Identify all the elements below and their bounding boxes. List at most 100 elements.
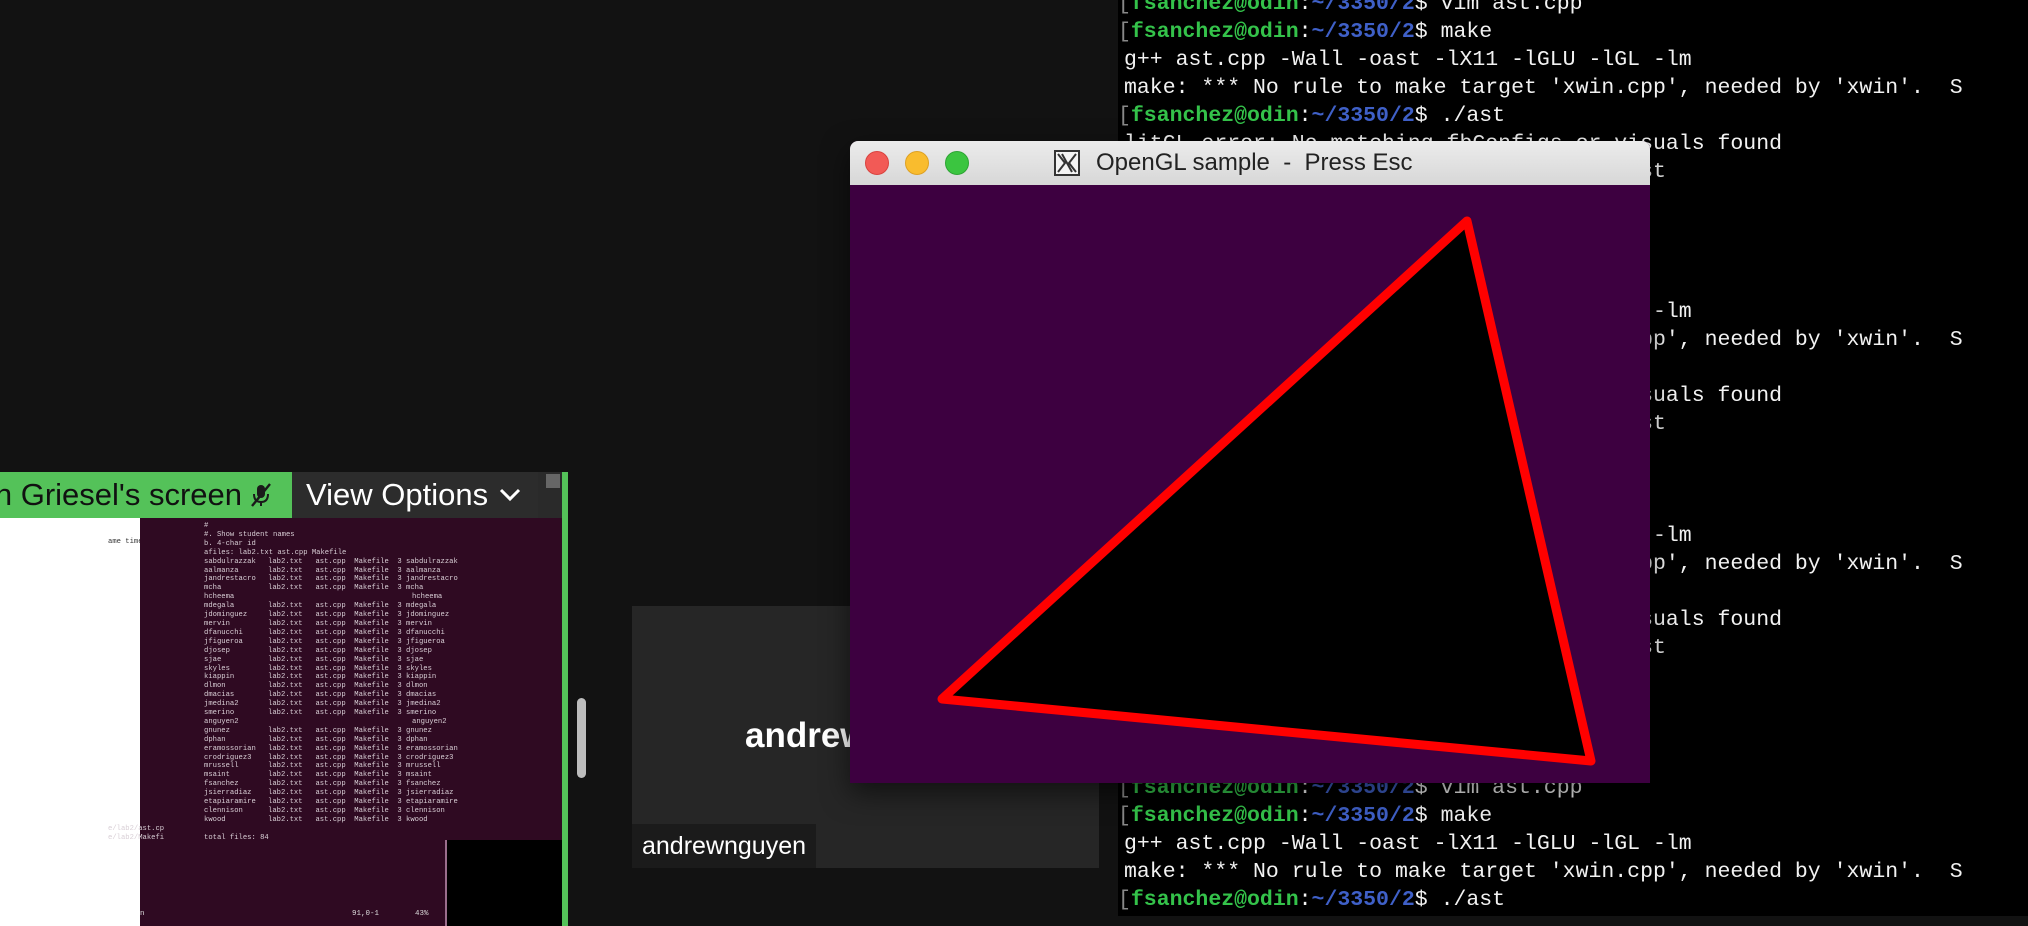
shared-term-student-row: anguyen2 anguyen2 xyxy=(140,718,562,727)
student-id: dphan xyxy=(204,735,226,744)
prompt-user: fsanchez@odin xyxy=(1130,20,1299,44)
shared-term-student-row: etapiaramire lab2.txt ast.cpp Makefile 3 … xyxy=(140,798,562,807)
shared-term-student-row: fsanchez lab2.txt ast.cpp Makefile 3 fsan… xyxy=(140,780,562,789)
prompt-user: fsanchez@odin xyxy=(1130,804,1299,828)
video-tile-name-label: andrewnguyen xyxy=(632,824,817,868)
student-files: lab2.txt ast.cpp Makefile 3 xyxy=(268,789,407,798)
student-files: lab2.txt ast.cpp Makefile 3 xyxy=(268,646,407,655)
shared-term-student-row: gnunez lab2.txt ast.cpp Makefile 3 gnunez xyxy=(140,727,562,736)
student-files: lab2.txt ast.cpp Makefile 3 xyxy=(268,735,407,744)
status-left: n xyxy=(140,910,145,918)
student-files: lab2.txt ast.cpp Makefile 3 xyxy=(268,807,407,815)
student-id: jandrestacro xyxy=(204,575,256,584)
student-id: jsierradiaz xyxy=(204,789,252,798)
student-id: mdegala xyxy=(204,602,235,611)
shared-term-student-row: clennison lab2.txt ast.cpp Makefile 3 cle… xyxy=(140,807,562,816)
student-id: fsanchez xyxy=(204,780,239,789)
window-close-button[interactable] xyxy=(865,151,889,175)
shared-term-student-row: sabdulrazzak lab2.txt ast.cpp Makefile 3 … xyxy=(140,558,562,567)
student-files: lab2.txt ast.cpp Makefile 3 xyxy=(268,762,407,771)
shared-screen-status-line: n 91,0-1 43% xyxy=(140,910,445,918)
student-id-repeat: anguyen2 xyxy=(412,717,447,726)
student-id-repeat: jmedina2 xyxy=(406,700,441,709)
shared-term-header-line: b. 4-char id xyxy=(204,539,256,548)
student-files: lab2.txt ast.cpp Makefile 3 xyxy=(268,691,407,700)
student-id-repeat: sabdulrazzak xyxy=(406,557,458,566)
prompt-symbol: $ xyxy=(1414,0,1441,16)
panel-corner-mark xyxy=(546,474,560,488)
screen-share-banner: n Griesel's screen xyxy=(0,472,292,518)
window-maximize-button[interactable] xyxy=(945,151,969,175)
terminal-prompt-line: [fsanchez@odin:~/3350/2$ vim ast.cpp xyxy=(1118,0,2028,18)
student-files: lab2.txt ast.cpp Makefile 3 xyxy=(268,726,407,735)
student-files: lab2.txt ast.cpp Makefile 3 xyxy=(268,584,407,593)
path-fragment: e/lab2/ast.cp xyxy=(108,824,165,833)
shared-term-header-line: #. Show student names xyxy=(204,530,295,539)
terminal-output-line: g++ ast.cpp -Wall -oast -lX11 -lGLU -lGL… xyxy=(1124,48,1692,72)
view-options-label: View Options xyxy=(306,477,489,512)
shared-term-student-row: eramossorian lab2.txt ast.cpp Makefile 3 … xyxy=(140,745,562,754)
student-files: lab2.txt ast.cpp Makefile 3 xyxy=(268,673,407,682)
prompt-symbol: $ xyxy=(1414,20,1441,44)
student-id-repeat: aalmanza xyxy=(406,566,441,575)
student-id: crodriguez3 xyxy=(204,753,252,762)
shared-term-student-row: aalmanza lab2.txt ast.cpp Makefile 3 aalm… xyxy=(140,567,562,576)
prompt-symbol: $ xyxy=(1414,104,1441,128)
student-id-repeat: mrussell xyxy=(406,762,441,771)
student-id-repeat: smerino xyxy=(406,709,437,718)
student-id: jdominguez xyxy=(204,611,248,620)
shared-term-student-row: jfigueroa lab2.txt ast.cpp Makefile 3 jfi… xyxy=(140,638,562,647)
window-titlebar[interactable]: OpenGL sample - Press Esc xyxy=(850,141,1650,186)
window-title: OpenGL sample - Press Esc xyxy=(1096,149,1413,176)
share-banner-label: n Griesel's screen xyxy=(0,477,242,512)
student-id: jmedina2 xyxy=(204,700,239,709)
shared-term-student-row: sjae lab2.txt ast.cpp Makefile 3 sjae xyxy=(140,656,562,665)
shared-term-student-row: dfanucchi lab2.txt ast.cpp Makefile 3 dfa… xyxy=(140,629,562,638)
opengl-canvas[interactable] xyxy=(850,185,1650,783)
student-files: lab2.txt ast.cpp Makefile 3 xyxy=(268,619,407,628)
prompt-command: ./ast xyxy=(1440,888,1506,912)
x11-icon xyxy=(1054,150,1080,176)
prompt-bracket: [ xyxy=(1118,888,1131,912)
student-id-repeat: kwood xyxy=(406,815,428,824)
student-id: mrussell xyxy=(204,762,239,771)
prompt-path: ~/3350/2 xyxy=(1311,804,1415,828)
shared-term-student-row: mervin lab2.txt ast.cpp Makefile 3 mervin xyxy=(140,620,562,629)
prompt-path: ~/3350/2 xyxy=(1311,0,1415,16)
student-files: lab2.txt ast.cpp Makefile 3 xyxy=(268,744,407,753)
student-files: lab2.txt ast.cpp Makefile 3 xyxy=(268,602,407,611)
student-id: etapiaramire xyxy=(204,798,256,807)
student-id: dlmon xyxy=(204,682,226,691)
shared-term-header-line: # xyxy=(204,522,209,530)
terminal-prompt-line: [fsanchez@odin:~/3350/2$ ./ast xyxy=(1118,886,2028,914)
student-id-repeat: dmacias xyxy=(406,691,437,700)
student-files: lab2.txt ast.cpp Makefile 3 xyxy=(268,575,407,584)
shared-term-student-row: dphan lab2.txt ast.cpp Makefile 3 dphan xyxy=(140,736,562,745)
shared-term-student-row: jmedina2 lab2.txt ast.cpp Makefile 3 jmed… xyxy=(140,700,562,709)
shared-term-student-row: jsierradiaz lab2.txt ast.cpp Makefile 3 j… xyxy=(140,789,562,798)
shared-term-student-row: hcheema hcheema xyxy=(140,593,562,602)
shared-term-student-row: mdegala lab2.txt ast.cpp Makefile 3 mdega… xyxy=(140,602,562,611)
shared-term-student-row: crodriguez3 lab2.txt ast.cpp Makefile 3 c… xyxy=(140,754,562,763)
prompt-colon: : xyxy=(1298,0,1312,16)
student-files: lab2.txt ast.cpp Makefile 3 xyxy=(268,637,407,646)
student-id-repeat: etapiaramire xyxy=(406,798,458,807)
prompt-path: ~/3350/2 xyxy=(1311,104,1415,128)
view-options-button[interactable]: View Options xyxy=(292,472,538,518)
prompt-command: ./ast xyxy=(1440,104,1506,128)
prompt-bracket: [ xyxy=(1118,804,1131,828)
shared-term-student-row: jandrestacro lab2.txt ast.cpp Makefile 3 … xyxy=(140,575,562,584)
path-fragment: e/lab2/Makefi xyxy=(108,833,165,842)
student-id: hcheema xyxy=(204,593,235,602)
student-id-repeat: clennison xyxy=(406,807,445,815)
window-minimize-button[interactable] xyxy=(905,151,929,175)
chevron-down-icon xyxy=(499,488,521,502)
student-id-repeat: jsierradiaz xyxy=(406,789,454,798)
student-files: lab2.txt ast.cpp Makefile 3 xyxy=(268,771,407,780)
prompt-colon: : xyxy=(1298,888,1312,912)
opengl-window[interactable]: OpenGL sample - Press Esc xyxy=(850,141,1650,783)
student-id: gnunez xyxy=(204,726,230,735)
shared-term-student-row: dmacias lab2.txt ast.cpp Makefile 3 dmaci… xyxy=(140,691,562,700)
student-id-repeat: fsanchez xyxy=(406,780,441,789)
panel-scroll-handle[interactable] xyxy=(577,698,586,778)
